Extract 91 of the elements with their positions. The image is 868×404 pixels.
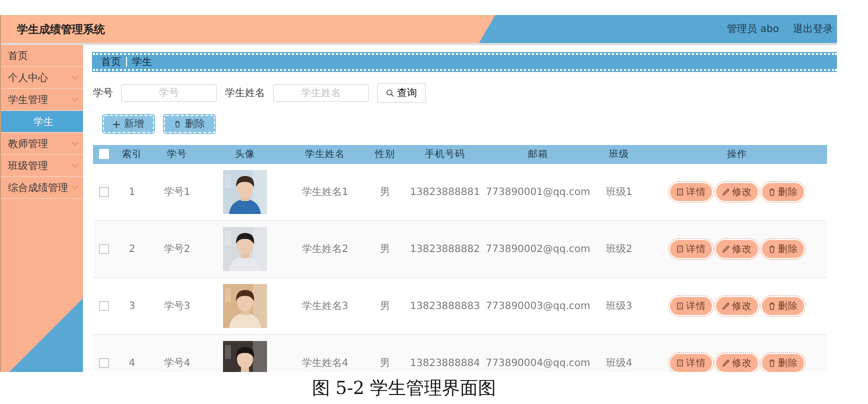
table-cell: 学生姓名2 [302, 244, 348, 255]
search-icon [386, 89, 394, 97]
sidebar-item[interactable]: 综合成绩管理 [1, 177, 83, 199]
table-cell: 学号2 [164, 244, 190, 255]
table-cell: 773890004@qq.com [486, 358, 590, 368]
edit-button[interactable]: 修改 [716, 297, 758, 315]
pencil-icon [722, 302, 730, 310]
sidebar-item[interactable]: 教师管理 [1, 133, 83, 155]
trash-icon [768, 359, 776, 367]
column-header: 头像 [235, 149, 255, 160]
table-cell: 班级4 [606, 358, 632, 369]
details-button[interactable]: 详情 [670, 240, 712, 258]
table-cell: 3 [128, 300, 136, 312]
table-cell: 学号1 [164, 187, 190, 198]
checkbox[interactable] [99, 358, 109, 368]
document-icon [676, 188, 684, 196]
table-cell: 学生姓名4 [302, 358, 348, 369]
edit-button[interactable]: 修改 [716, 183, 758, 201]
sidebar-item[interactable]: 个人中心 [1, 67, 83, 89]
trash-icon [768, 302, 776, 310]
checkbox[interactable] [99, 300, 109, 311]
user-label: 管理员 abo [727, 23, 779, 36]
breadcrumb-item[interactable]: 首页 [101, 55, 121, 69]
table-cell: 773890003@qq.com [486, 300, 590, 312]
column-header: 学生姓名 [305, 149, 345, 160]
column-header: 班级 [609, 149, 629, 160]
search-field[interactable]: 学号 [121, 84, 217, 102]
add-button[interactable]: 新增 [103, 115, 154, 133]
delete-button[interactable]: 删除 [762, 354, 804, 372]
pencil-icon [722, 188, 730, 196]
delete-button[interactable]: 删除 [762, 240, 804, 258]
column-header: 操作 [727, 149, 747, 160]
app-title: 学生成绩管理系统 [17, 22, 106, 36]
chevron-icon [71, 97, 79, 102]
delete-button[interactable]: 删除 [762, 183, 804, 201]
table-cell: 1 [128, 186, 136, 198]
document-icon [676, 359, 684, 367]
breadcrumb-item[interactable]: 学生 [132, 55, 152, 69]
column-header: 学号 [167, 149, 187, 160]
table-cell: 班级1 [606, 187, 632, 198]
plus-icon [113, 120, 120, 128]
trash-icon [768, 188, 776, 196]
checkbox[interactable] [99, 186, 109, 197]
field-label: 学生姓名 [225, 86, 265, 100]
table-cell: 4 [128, 358, 136, 368]
table-cell: 班级2 [606, 244, 632, 255]
table-cell: 男 [380, 244, 390, 255]
table-cell: 13823888883 [410, 300, 480, 312]
trash-icon [174, 120, 181, 128]
table-cell: 773890001@qq.com [486, 186, 590, 198]
table-cell: 班级3 [606, 301, 632, 312]
pencil-icon [722, 359, 730, 367]
document-icon [676, 245, 684, 253]
chevron-icon [71, 141, 79, 146]
field-label: 学号 [93, 87, 113, 100]
column-header: 邮箱 [528, 149, 548, 160]
delete-button[interactable]: 删除 [762, 297, 804, 315]
table-cell: 男 [380, 301, 390, 312]
document-icon [676, 302, 684, 310]
sidebar-item[interactable]: 首页 [1, 45, 83, 67]
table-cell: 13823888882 [410, 244, 480, 254]
table-cell: 学号3 [164, 301, 190, 312]
table-cell: 学生姓名1 [302, 187, 348, 198]
logout-link[interactable]: 退出登录 [793, 22, 833, 36]
edit-button[interactable]: 修改 [716, 240, 758, 258]
details-button[interactable]: 详情 [670, 354, 712, 372]
search-field[interactable]: 学生姓名 [273, 84, 369, 102]
table-cell: 13823888884 [410, 358, 480, 368]
table-cell: 2 [128, 244, 136, 254]
column-header: 索引 [122, 149, 142, 160]
pencil-icon [722, 245, 730, 253]
trash-icon [768, 245, 776, 253]
chevron-icon [71, 75, 79, 80]
column-header: 性别 [375, 149, 395, 160]
table-cell: 13823888881 [410, 186, 480, 198]
figure-caption: 图 5-2 学生管理界面图 [310, 377, 498, 400]
table-cell: 男 [380, 187, 390, 198]
chevron-icon [71, 185, 79, 190]
edit-button[interactable]: 修改 [716, 354, 758, 372]
chevron-icon [71, 163, 79, 168]
details-button[interactable]: 详情 [670, 297, 712, 315]
column-header: 手机号码 [425, 149, 465, 160]
table-cell: 男 [380, 358, 390, 369]
table-cell: 学号4 [164, 358, 190, 369]
sidebar-item[interactable]: 班级管理 [1, 155, 83, 177]
checkbox[interactable] [99, 244, 109, 254]
table-cell: 学生姓名3 [302, 301, 348, 312]
table-cell: 773890002@qq.com [486, 244, 590, 254]
search-button[interactable]: 查询 [377, 83, 426, 103]
delete-button[interactable]: 删除 [164, 115, 215, 133]
details-button[interactable]: 详情 [670, 183, 712, 201]
